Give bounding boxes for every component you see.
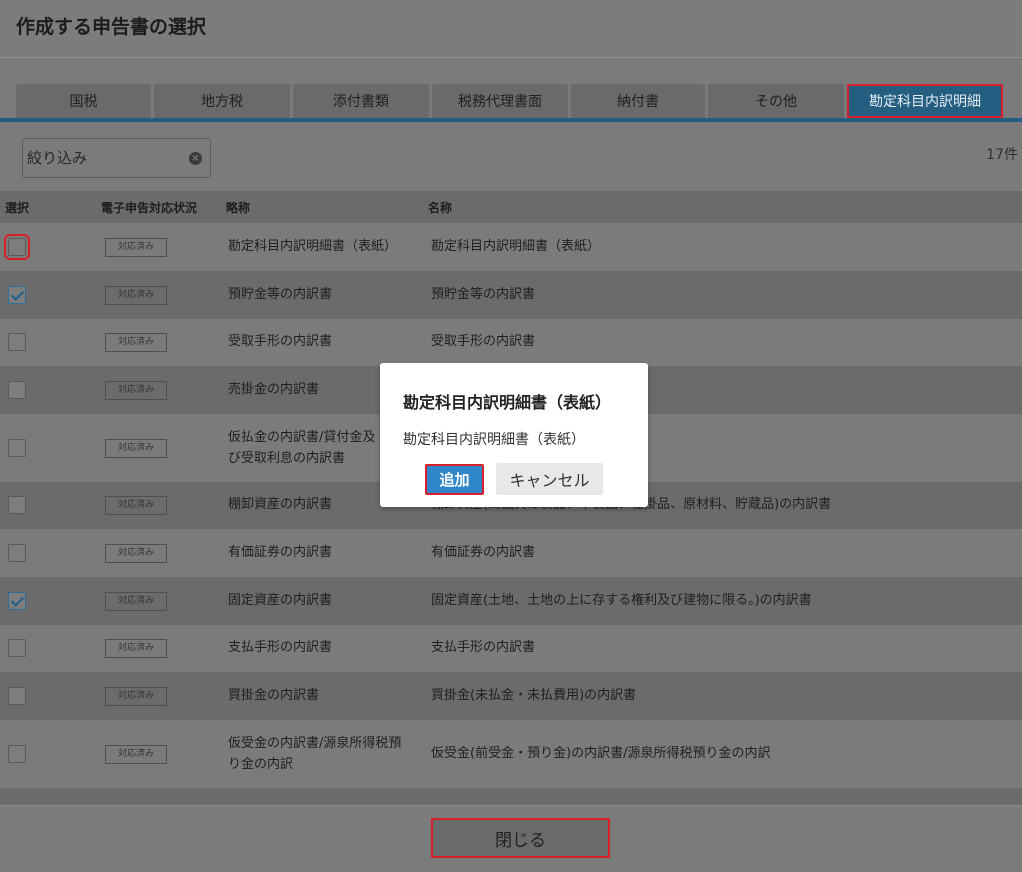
table-row[interactable]: 対応済み 固定資産の内訳書 固定資産(土地、土地の上に存する権利及び建物に限る。…	[0, 577, 1022, 625]
row-checkbox[interactable]	[8, 544, 26, 562]
header-status: 電子申告対応状況	[101, 201, 198, 215]
status-badge: 対応済み	[105, 238, 167, 257]
close-button[interactable]: 閉じる	[431, 818, 610, 858]
tab-tax-agent-documents[interactable]: 税務代理書面	[432, 84, 568, 118]
status-badge: 対応済み	[105, 687, 167, 706]
table-body: 対応済み 勘定科目内訳明細書（表紙） 勘定科目内訳明細書（表紙） 対応済み 預貯…	[0, 223, 1022, 805]
status-badge: 対応済み	[105, 333, 167, 352]
table-row[interactable]: 対応済み 支払手形の内訳書 支払手形の内訳書	[0, 625, 1022, 672]
page-title: 作成する申告書の選択	[16, 16, 207, 38]
dialog-body: 勘定科目内訳明細書（表紙）	[403, 432, 585, 448]
tab-account-details[interactable]: 勘定科目内訳明細	[847, 84, 1003, 118]
clear-icon[interactable]: ×	[189, 152, 202, 165]
table-row[interactable]: 対応済み 預貯金等の内訳書 預貯金等の内訳書	[0, 271, 1022, 319]
row-name: 仮受金(前受金・預り金)の内訳書/源泉所得税預り金の内訳	[431, 746, 771, 761]
status-badge: 対応済み	[105, 592, 167, 611]
row-name: 有価証券の内訳書	[431, 545, 536, 560]
row-checkbox[interactable]	[4, 234, 30, 260]
tab-local-tax[interactable]: 地方税	[154, 84, 290, 118]
confirm-dialog: 勘定科目内訳明細書（表紙） 勘定科目内訳明細書（表紙） 追加 キャンセル	[380, 363, 648, 507]
row-checkbox[interactable]	[8, 381, 26, 399]
header-select: 選択	[5, 201, 30, 215]
table-row[interactable]: 対応済み 勘定科目内訳明細書（表紙） 勘定科目内訳明細書（表紙）	[0, 223, 1022, 271]
filter-input[interactable]	[27, 146, 187, 170]
row-name: 固定資産(土地、土地の上に存する権利及び建物に限る。)の内訳書	[431, 593, 812, 608]
row-abbr: 買掛金の内訳書	[228, 688, 320, 703]
add-button[interactable]: 追加	[425, 464, 484, 495]
row-name: 預貯金等の内訳書	[431, 287, 536, 302]
tab-national-tax[interactable]: 国税	[16, 84, 151, 118]
row-checkbox[interactable]	[8, 687, 26, 705]
header-bar: 作成する申告書の選択	[0, 0, 1022, 58]
row-name: 勘定科目内訳明細書（表紙）	[431, 239, 601, 254]
row-abbr: 仮受金の内訳書/源泉所得税預り金の内訳	[228, 736, 402, 772]
row-checkbox[interactable]	[8, 639, 26, 657]
table-row[interactable]: 対応済み 仮受金の内訳書/源泉所得税預り金の内訳 仮受金(前受金・預り金)の内訳…	[0, 720, 1022, 788]
row-abbr: 支払手形の内訳書	[228, 640, 333, 655]
row-checkbox[interactable]	[8, 745, 26, 763]
row-abbr: 勘定科目内訳明細書（表紙）	[228, 239, 398, 254]
tab-other[interactable]: その他	[708, 84, 844, 118]
status-badge: 対応済み	[105, 639, 167, 658]
header-name: 名称	[428, 201, 453, 215]
tab-underline	[0, 118, 1022, 122]
table-row[interactable]: 対応済み 受取手形の内訳書 受取手形の内訳書	[0, 319, 1022, 366]
status-badge: 対応済み	[105, 745, 167, 764]
row-checkbox[interactable]	[8, 333, 26, 351]
row-abbr: 仮払金の内訳書/貸付金及び受取利息の内訳書	[228, 430, 376, 466]
cancel-button[interactable]: キャンセル	[496, 463, 603, 495]
row-abbr: 有価証券の内訳書	[228, 545, 333, 560]
tab-payment-slip[interactable]: 納付書	[571, 84, 705, 118]
row-name: 支払手形の内訳書	[431, 640, 536, 655]
status-badge: 対応済み	[105, 286, 167, 305]
status-badge: 対応済み	[105, 544, 167, 563]
row-name: 買掛金(未払金・未払費用)の内訳書	[431, 688, 637, 703]
status-badge: 対応済み	[105, 439, 167, 458]
table-row[interactable]: 対応済み 有価証券の内訳書 有価証券の内訳書	[0, 529, 1022, 577]
tab-attachments[interactable]: 添付書類	[293, 84, 429, 118]
status-badge: 対応済み	[105, 381, 167, 400]
table-row-partial	[0, 788, 1022, 805]
row-name: 受取手形の内訳書	[431, 334, 536, 349]
row-checkbox[interactable]	[8, 592, 26, 610]
filter-box: ×	[22, 138, 211, 178]
row-abbr: 固定資産の内訳書	[228, 593, 333, 608]
row-checkbox[interactable]	[8, 496, 26, 514]
row-abbr: 預貯金等の内訳書	[228, 287, 333, 302]
row-checkbox[interactable]	[8, 286, 26, 304]
tab-bar: 国税 地方税 添付書類 税務代理書面 納付書 その他 勘定科目内訳明細	[16, 84, 1003, 118]
result-count: 17件	[986, 147, 1018, 163]
table-row[interactable]: 対応済み 買掛金の内訳書 買掛金(未払金・未払費用)の内訳書	[0, 672, 1022, 720]
dialog-title: 勘定科目内訳明細書（表紙）	[403, 393, 612, 412]
table-header: 選択 電子申告対応状況 略称 名称	[0, 191, 1022, 223]
row-abbr: 受取手形の内訳書	[228, 334, 333, 349]
status-badge: 対応済み	[105, 496, 167, 515]
header-abbr: 略称	[226, 201, 251, 215]
row-checkbox[interactable]	[8, 439, 26, 457]
